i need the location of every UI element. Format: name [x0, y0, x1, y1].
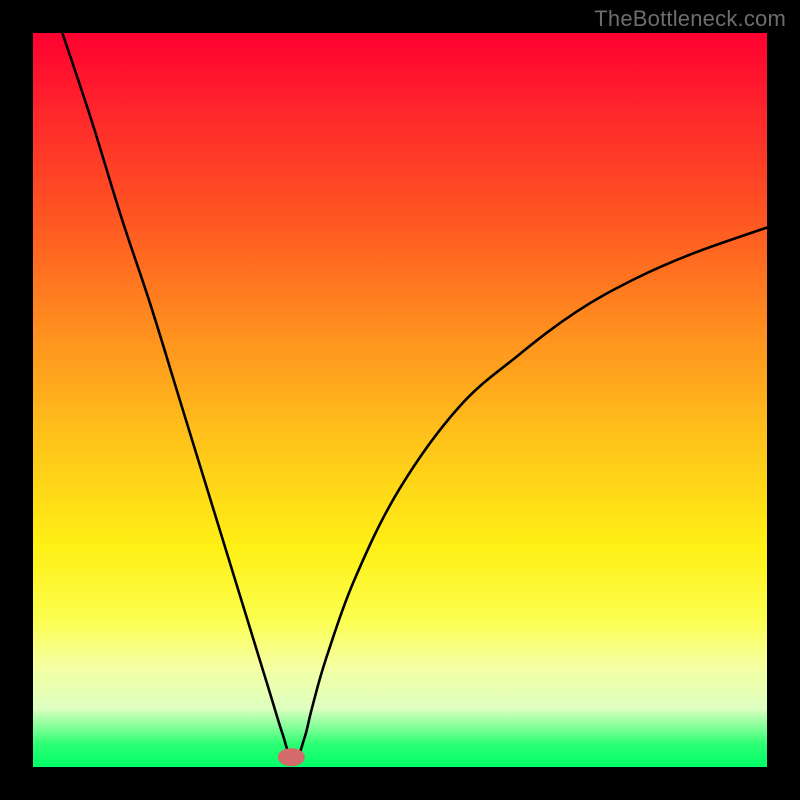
bottleneck-curve [62, 33, 767, 763]
chart-frame: TheBottleneck.com [0, 0, 800, 800]
plot-area [33, 33, 767, 767]
curve-svg [33, 33, 767, 767]
watermark-text: TheBottleneck.com [594, 6, 786, 32]
optimal-point-marker [278, 749, 304, 767]
